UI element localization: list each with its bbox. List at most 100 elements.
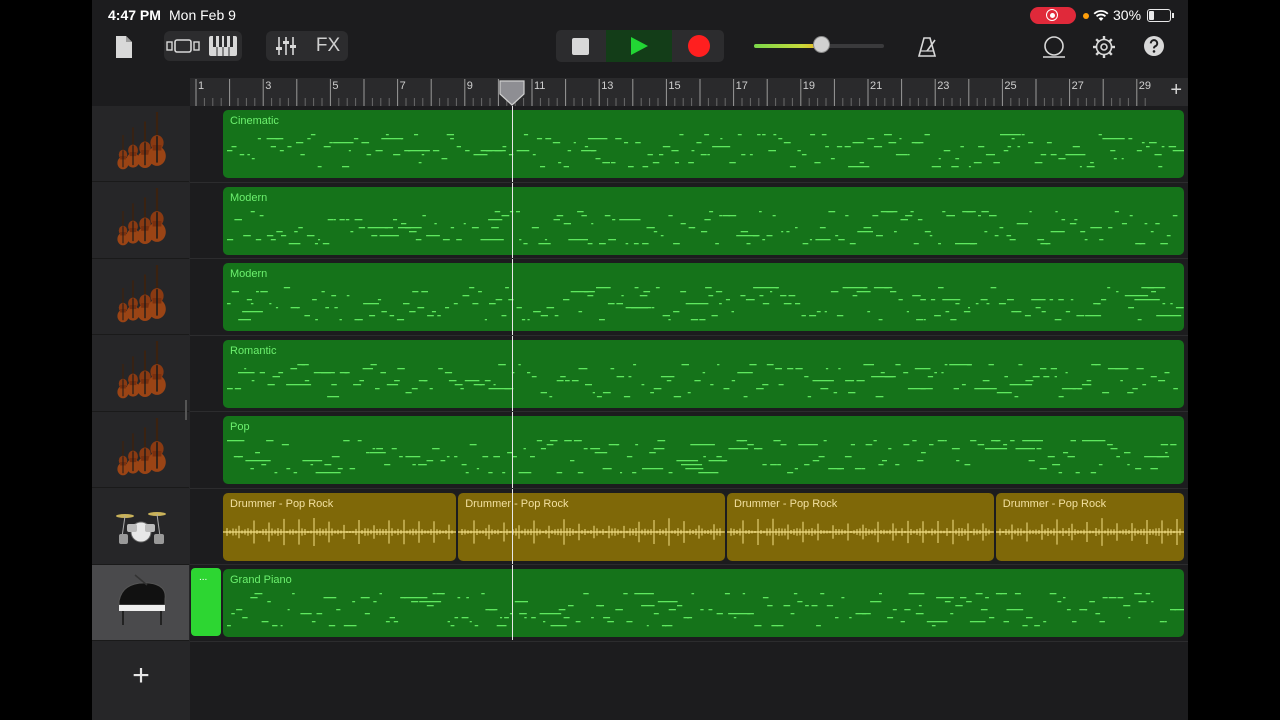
view-toggle-group	[164, 31, 242, 61]
battery-percentage: 30%	[1113, 7, 1142, 23]
drummer-region[interactable]: Drummer - Pop Rock	[995, 492, 1184, 561]
instrument-view-button[interactable]	[204, 31, 242, 61]
track-header-3[interactable]	[92, 259, 189, 335]
ruler-bar-number: 13	[601, 80, 614, 92]
status-date: Mon Feb 9	[169, 7, 236, 23]
midi-region[interactable]: Grand Piano	[223, 569, 1184, 637]
ruler-bar-number: 3	[265, 80, 272, 92]
midi-region[interactable]: Romantic	[223, 339, 1184, 408]
violin-icon	[116, 111, 166, 169]
gear-icon	[1093, 36, 1115, 58]
sliders-icon	[276, 37, 296, 55]
ruler-bar-number: 5	[332, 80, 339, 92]
midi-notes	[227, 593, 1184, 627]
metronome-button[interactable]	[914, 34, 940, 60]
ruler-bar-number: 19	[802, 80, 816, 92]
audio-waveform	[727, 518, 994, 545]
volume-knob[interactable]	[812, 36, 830, 53]
playhead-line	[511, 106, 513, 640]
violin-icon	[116, 264, 166, 322]
midi-region[interactable]: Pop	[223, 416, 1184, 484]
screen-recording-indicator[interactable]	[1030, 7, 1076, 24]
mixer-fx-group: FX	[266, 31, 348, 61]
region-name: Drummer - Pop Rock	[734, 497, 838, 510]
region-name: Romantic	[230, 344, 277, 357]
violin-icon	[116, 341, 166, 399]
track-header-1[interactable]	[92, 106, 189, 182]
my-songs-button[interactable]	[112, 34, 136, 60]
record-button[interactable]	[674, 30, 724, 62]
record-icon	[688, 35, 710, 57]
audio-waveform	[458, 517, 725, 546]
status-time: 4:47 PM	[108, 7, 161, 23]
play-button[interactable]	[606, 30, 672, 62]
ruler-bar-number: 1	[198, 80, 205, 92]
wifi-icon	[1093, 10, 1109, 21]
lane-divider	[190, 487, 1188, 489]
midi-notes	[227, 287, 1184, 321]
drummer-region[interactable]: Drummer - Pop Rock	[727, 492, 994, 561]
drummer-region[interactable]: Drummer - Pop Rock	[458, 492, 725, 561]
ruler-bar-number: 23	[937, 80, 950, 92]
track-header-2[interactable]	[92, 183, 189, 259]
help-button[interactable]	[1143, 35, 1165, 57]
master-volume-slider[interactable]	[754, 36, 884, 53]
piano-mini-region[interactable]: ...	[191, 568, 221, 636]
lane-divider	[190, 181, 1188, 183]
status-bar: 4:47 PM Mon Feb 9 30%	[92, 0, 1188, 30]
ruler-bar-number: 27	[1071, 80, 1084, 92]
stop-icon	[571, 37, 589, 55]
midi-notes	[227, 210, 1178, 244]
midi-notes	[227, 134, 1184, 168]
region-name: Drummer - Pop Rock	[465, 497, 569, 510]
audio-waveform	[995, 517, 1184, 546]
drummer-region[interactable]: Drummer - Pop Rock	[223, 492, 457, 561]
header-resize-grip[interactable]	[185, 400, 187, 420]
track-header-6[interactable]	[92, 489, 189, 565]
violin-icon	[116, 417, 166, 475]
ruler-bar-number: 17	[735, 80, 748, 92]
fx-button[interactable]: FX	[308, 31, 348, 61]
timeline-ruler[interactable]: 1 3 5 7 9 11 13 15 17 19 21 23 25 27 29 +	[190, 78, 1188, 107]
transport-controls	[556, 30, 724, 62]
ruler-bar-number: 25	[1004, 80, 1017, 92]
lane-divider	[190, 564, 1188, 565]
play-icon	[631, 37, 648, 55]
stop-button[interactable]	[556, 30, 604, 62]
midi-region[interactable]: Modern	[223, 263, 1184, 331]
mixer-button[interactable]	[266, 31, 306, 61]
region-name: Cinematic	[230, 115, 279, 127]
document-icon	[116, 36, 132, 58]
ruler-bar-number: 21	[870, 80, 883, 92]
midi-notes	[227, 363, 1178, 397]
playhead-handle[interactable]	[499, 80, 525, 106]
lane-divider	[190, 334, 1188, 336]
lane-divider	[190, 411, 1188, 412]
audio-waveform	[223, 517, 457, 546]
region-name: Modern	[230, 191, 268, 204]
help-icon	[1144, 36, 1164, 56]
tracks-area[interactable]: ... Cinematic Modern Modern Romantic Pop Drum…	[190, 106, 1188, 720]
lane-divider	[190, 258, 1188, 259]
track-header-5[interactable]	[92, 412, 189, 488]
loop-icon	[1043, 36, 1065, 58]
add-section-button[interactable]: +	[1170, 80, 1182, 100]
add-track-button[interactable]: +	[127, 661, 155, 691]
midi-notes	[227, 440, 1177, 474]
midi-region[interactable]: Modern	[223, 186, 1184, 255]
keyboard-icon	[209, 36, 237, 56]
drum-kit-icon	[115, 512, 166, 545]
tracks-view-icon	[166, 39, 200, 53]
loop-browser-button[interactable]	[1040, 34, 1068, 60]
ruler-bar-number: 29	[1138, 80, 1152, 92]
track-header-4[interactable]	[92, 336, 189, 412]
ruler-bar-number: 9	[466, 80, 473, 92]
mini-region-label: ...	[199, 572, 208, 583]
ruler-ticks	[195, 79, 1146, 106]
midi-region[interactable]: Cinematic	[223, 110, 1184, 178]
battery-icon	[1147, 9, 1174, 22]
track-header-7[interactable]	[92, 565, 189, 641]
settings-button[interactable]	[1091, 34, 1117, 60]
region-name: Drummer - Pop Rock	[1002, 497, 1107, 510]
tracks-view-button[interactable]	[164, 31, 202, 61]
